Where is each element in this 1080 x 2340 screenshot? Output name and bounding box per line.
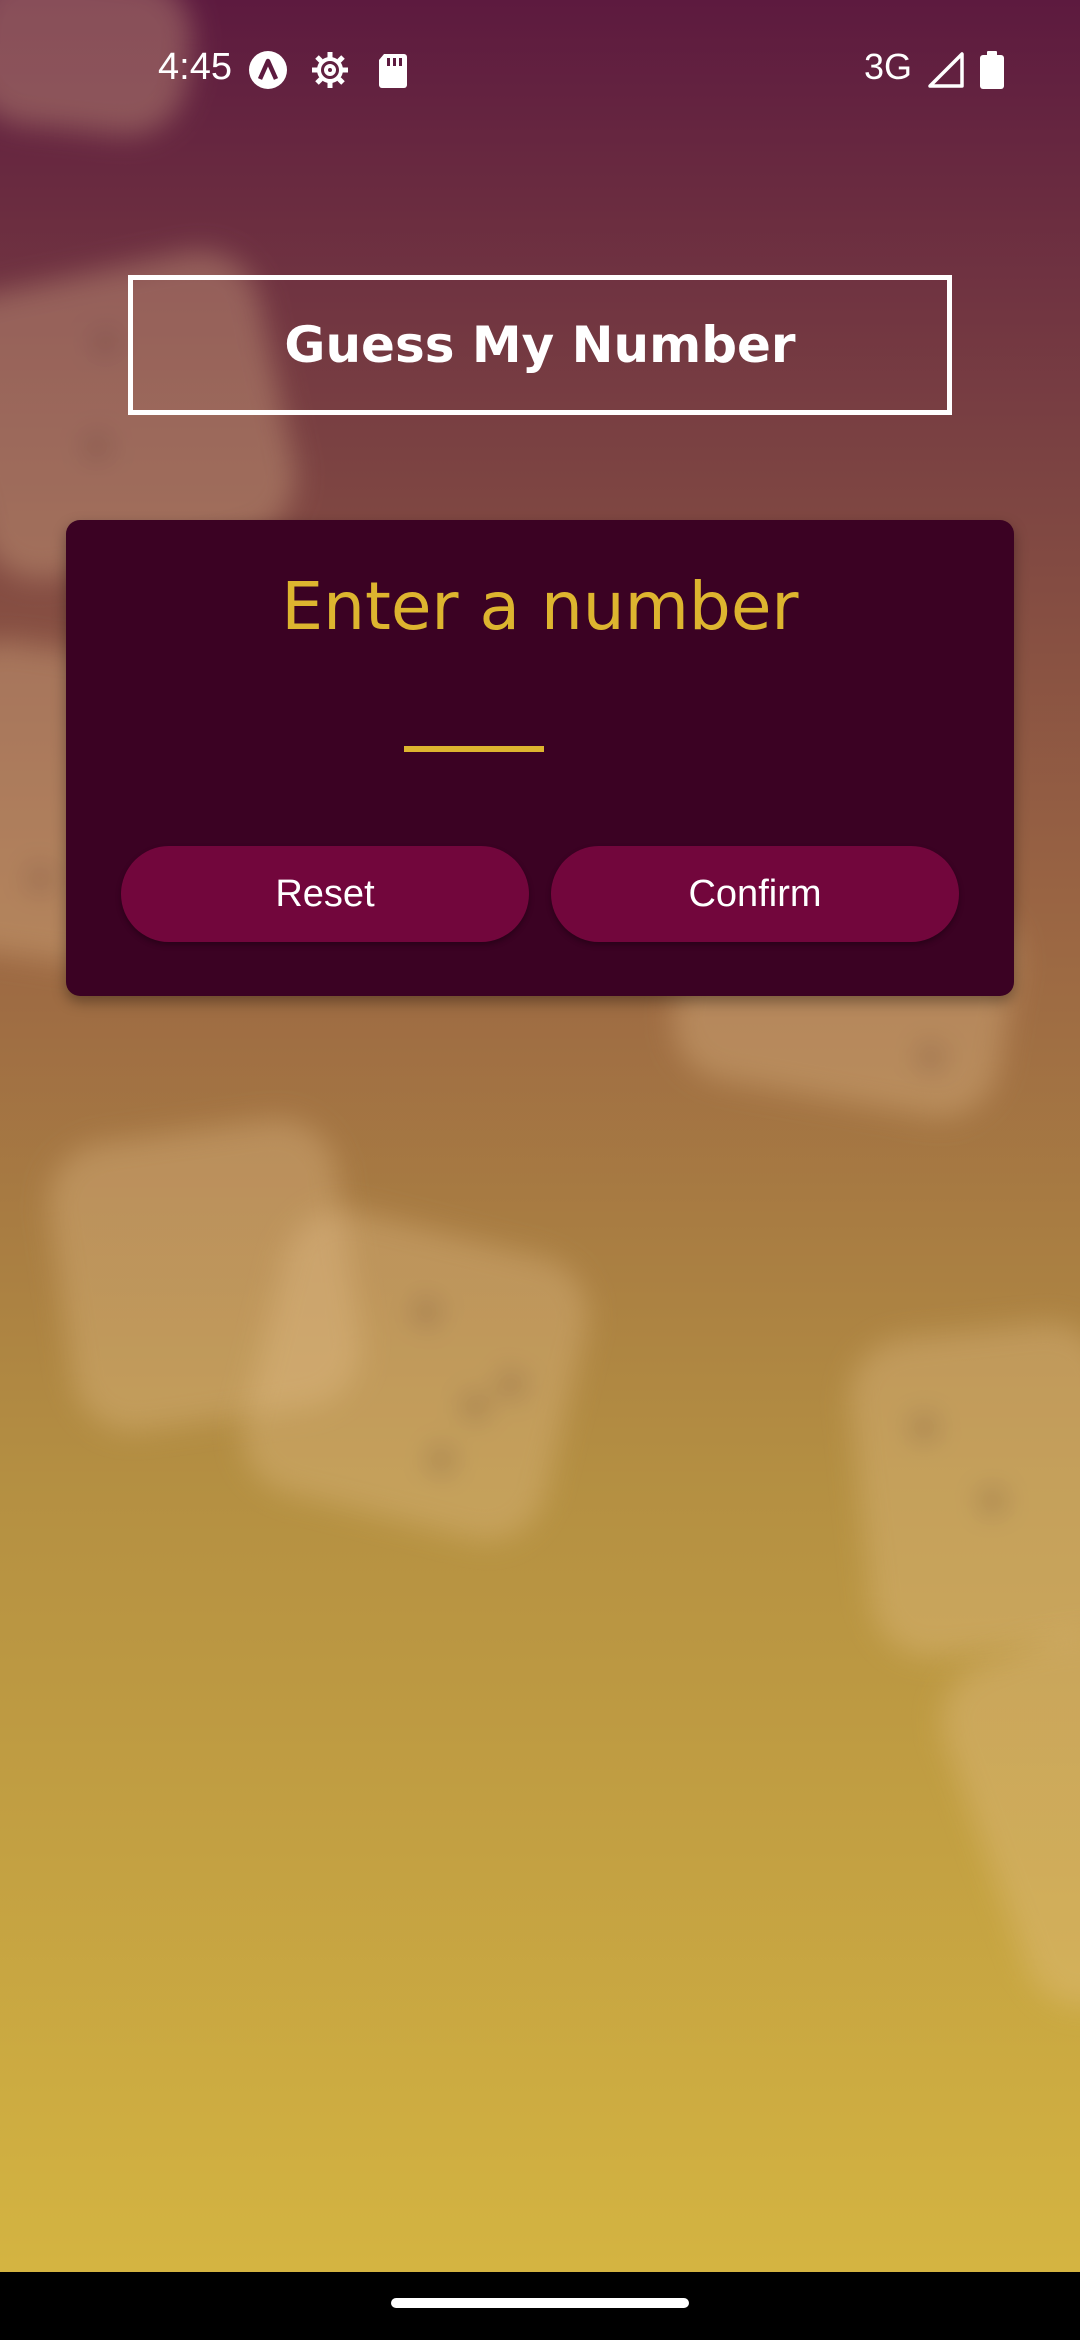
network-type: 3G: [863, 46, 912, 87]
battery-icon: [980, 51, 1004, 89]
confirm-button-label: Confirm: [688, 872, 822, 915]
home-indicator[interactable]: [391, 2298, 689, 2308]
number-input[interactable]: [404, 668, 544, 752]
sd-card-icon: [379, 54, 407, 88]
settings-gear-icon: [312, 52, 348, 88]
confirm-button[interactable]: Confirm: [551, 846, 959, 942]
blurred-dice: [924, 1616, 1080, 2024]
signal-icon: [928, 52, 964, 88]
blurred-dice: [843, 1317, 1080, 1663]
title-box: Guess My Number: [128, 275, 952, 415]
input-label: Enter a number: [281, 568, 799, 645]
status-bar: 4:45 3G: [0, 0, 1080, 140]
reset-button-label: Reset: [275, 872, 375, 915]
app-a-icon: [249, 51, 287, 89]
navigation-bar: [0, 2272, 1080, 2340]
status-time: 4:45: [158, 46, 232, 88]
reset-button[interactable]: Reset: [121, 846, 529, 942]
page-title: Guess My Number: [284, 316, 796, 374]
